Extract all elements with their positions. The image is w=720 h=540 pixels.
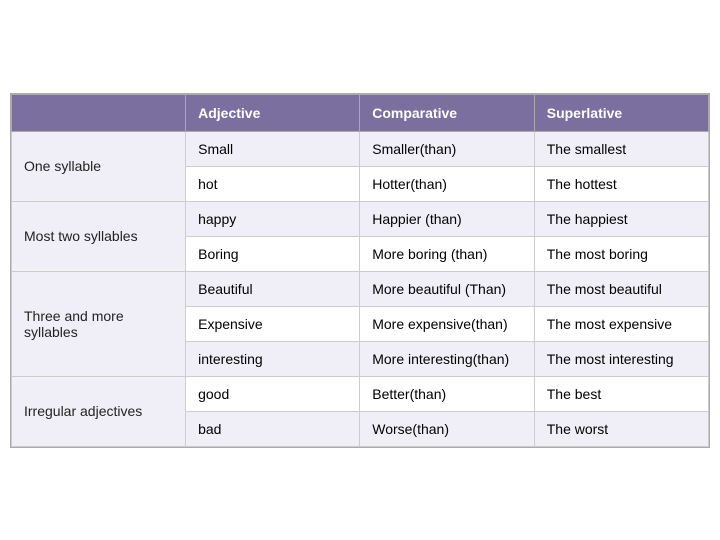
- superlative-cell: The most interesting: [534, 341, 708, 376]
- superlative-cell: The hottest: [534, 166, 708, 201]
- superlative-cell: The most boring: [534, 236, 708, 271]
- category-cell: One syllable: [12, 131, 186, 201]
- header-superlative: Superlative: [534, 94, 708, 131]
- superlative-cell: The most beautiful: [534, 271, 708, 306]
- adjective-cell: Small: [186, 131, 360, 166]
- superlative-cell: The worst: [534, 411, 708, 446]
- header-category: [12, 94, 186, 131]
- adjective-cell: Boring: [186, 236, 360, 271]
- grammar-table: Adjective Comparative Superlative One sy…: [10, 93, 710, 448]
- adjective-cell: bad: [186, 411, 360, 446]
- comparative-cell: Better(than): [360, 376, 535, 411]
- superlative-cell: The smallest: [534, 131, 708, 166]
- adjective-cell: interesting: [186, 341, 360, 376]
- comparative-cell: More boring (than): [360, 236, 535, 271]
- adjective-cell: hot: [186, 166, 360, 201]
- comparative-cell: More interesting(than): [360, 341, 535, 376]
- category-cell: Irregular adjectives: [12, 376, 186, 446]
- adjective-cell: good: [186, 376, 360, 411]
- comparative-cell: Happier (than): [360, 201, 535, 236]
- comparative-cell: More beautiful (Than): [360, 271, 535, 306]
- comparative-cell: Hotter(than): [360, 166, 535, 201]
- adjective-cell: happy: [186, 201, 360, 236]
- header-adjective: Adjective: [186, 94, 360, 131]
- header-comparative: Comparative: [360, 94, 535, 131]
- superlative-cell: The best: [534, 376, 708, 411]
- adjective-cell: Beautiful: [186, 271, 360, 306]
- superlative-cell: The happiest: [534, 201, 708, 236]
- category-cell: Most two syllables: [12, 201, 186, 271]
- comparative-cell: Worse(than): [360, 411, 535, 446]
- comparative-cell: Smaller(than): [360, 131, 535, 166]
- superlative-cell: The most expensive: [534, 306, 708, 341]
- category-cell: Three and more syllables: [12, 271, 186, 376]
- adjective-cell: Expensive: [186, 306, 360, 341]
- comparative-cell: More expensive(than): [360, 306, 535, 341]
